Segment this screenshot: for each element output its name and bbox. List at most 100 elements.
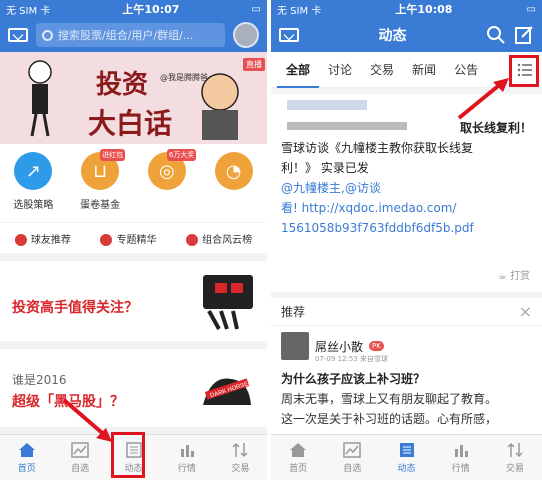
author-name[interactable]: 屌丝小散 (315, 338, 363, 355)
top-bar: 搜索股票/组合/用户/群组/... (0, 18, 267, 52)
quick-entries: ↗ 选股策略 进红包 ⊔ 蛋卷基金 6万大奖 ◎ ◔ (0, 144, 267, 222)
quick-item-label: 蛋卷基金 (80, 200, 121, 211)
trade-arrows-icon (507, 442, 523, 457)
post-meta: 07-09 12:53 来自雪球 (315, 355, 388, 363)
home-icon (290, 442, 307, 457)
link-label: 组合风云榜 (202, 234, 253, 246)
top-bar: 动态 (271, 18, 542, 52)
home-icon (18, 442, 35, 457)
tab-label: 首页 (17, 463, 36, 474)
crown-icon (186, 233, 199, 246)
reward-label: 打赏 (510, 271, 530, 282)
quick-badge: 进红包 (100, 149, 126, 161)
tab-trade[interactable]: 交易 (214, 435, 267, 480)
tab-feed[interactable]: 动态 (379, 435, 433, 480)
mail-icon[interactable] (8, 28, 28, 42)
status-bar: 无 SIM 卡 上午10:08 ▭ (271, 0, 542, 18)
link-row: 球友推荐 专题精华 组合风云榜 (0, 223, 267, 253)
quick-item-extra[interactable]: ◔ (204, 152, 264, 222)
search-input[interactable]: 搜索股票/组合/用户/群组/... (36, 23, 225, 47)
people-icon (14, 233, 27, 246)
book-icon (100, 233, 113, 246)
close-icon[interactable]: × (519, 302, 532, 321)
tab-market[interactable]: 行情 (434, 435, 488, 480)
tab-label: 行情 (177, 463, 196, 474)
carrier-label: 无 SIM 卡 (6, 5, 51, 17)
promo-title: 投资高手值得关注？ (12, 300, 138, 316)
bars-icon (454, 444, 468, 457)
tab-home[interactable]: 首页 (0, 435, 53, 480)
post-body: 这一次是关于补习班的话题。心有所感， (281, 412, 498, 426)
tab-trade[interactable]: 交易 (488, 435, 542, 480)
link-label: 专题精华 (116, 234, 157, 246)
quick-item-prize[interactable]: 6万大奖 ◎ (137, 149, 197, 222)
post-question: 为什么孩子应该上补习班？ (281, 372, 426, 386)
banner-title-1: 投资 (96, 70, 149, 100)
tab-label: 动态 (397, 463, 416, 474)
tab-discuss[interactable]: 讨论 (319, 52, 361, 88)
banner[interactable]: 投资 大白话 @我是腾腾爸 直播 (0, 52, 267, 144)
link-ranking[interactable]: 组合风云榜 (186, 231, 252, 246)
redacted-username (287, 100, 367, 110)
clock-label: 上午10:08 (395, 3, 453, 16)
promo-card-darkhorse[interactable]: 谁是2016 超级「黑马股」？ DARK HORSE (0, 349, 267, 427)
search-icon (42, 29, 53, 41)
tab-bar: 首页 自选 动态 行情 交易 (271, 434, 542, 480)
battery-icon: ▭ (526, 3, 536, 15)
link-topics[interactable]: 专题精华 (100, 231, 156, 246)
banner-title-2: 大白话 (88, 107, 173, 140)
link-label: 球友推荐 (30, 234, 71, 246)
chart-icon (343, 441, 362, 458)
tab-market[interactable]: 行情 (160, 435, 213, 480)
post-body: 周末无事，雪球上又有朋友聊起了教育。 (281, 392, 498, 406)
bars-icon (180, 444, 194, 457)
carrier-label: 无 SIM 卡 (277, 5, 322, 17)
highlight-box-list-menu (509, 55, 539, 87)
right-screen: 无 SIM 卡 上午10:08 ▭ 动态 全部 讨论 交易 新闻 公告 取长线复… (271, 0, 542, 480)
trade-arrows-icon (232, 442, 248, 457)
avatar[interactable] (233, 22, 259, 48)
avatar[interactable] (281, 332, 309, 360)
quick-badge: 6万大奖 (166, 149, 197, 161)
strategy-icon: ↗ (14, 152, 53, 190)
left-screen: 无 SIM 卡 上午10:07 ▭ 搜索股票/组合/用户/群组/... 投资 大… (0, 0, 267, 480)
tab-label: 自选 (343, 463, 362, 474)
tab-label: 行情 (451, 463, 470, 474)
post-line: 雪球访谈《九幢楼主教你获取长线复 (281, 141, 474, 155)
recommend-title: 推荐 (281, 305, 306, 319)
reward-button[interactable]: ☕ 打赏 (498, 267, 530, 282)
tab-news[interactable]: 新闻 (403, 52, 445, 88)
tab-label: 自选 (71, 463, 90, 474)
quick-item-strategy[interactable]: ↗ 选股策略 (3, 152, 63, 222)
post-link-cont[interactable]: 1561058b93f763fddbf6df5b.pdf (271, 218, 542, 238)
red-arrow-icon (457, 78, 509, 120)
tab-watchlist[interactable]: 自选 (325, 435, 379, 480)
cartoon-man-right (201, 73, 239, 140)
post-link[interactable]: 看! http://xqdoc.imedao.com/ (271, 198, 542, 218)
dark-horse-image: DARK HORSE (203, 378, 251, 405)
tab-label: 交易 (505, 463, 524, 474)
mail-icon[interactable] (279, 28, 299, 42)
compose-icon[interactable] (514, 25, 534, 45)
link-recommend[interactable]: 球友推荐 (14, 231, 71, 246)
search-icon[interactable] (486, 25, 506, 45)
page-title: 动态 (378, 28, 407, 44)
battery-icon: ▭ (251, 3, 261, 15)
post-line: 利！》 实录已发 (281, 161, 369, 175)
clock-icon: ◔ (214, 152, 253, 190)
tab-trade[interactable]: 交易 (361, 52, 403, 88)
quick-item-label: 选股策略 (13, 200, 54, 211)
quick-item-fund[interactable]: 进红包 ⊔ 蛋卷基金 (70, 149, 130, 222)
cartoon-man-left (28, 60, 52, 137)
promo-subtitle: 谁是2016 (12, 373, 67, 387)
promo-card-experts[interactable]: 投资高手值得关注？ (0, 261, 267, 341)
status-bar: 无 SIM 卡 上午10:07 ▭ (0, 0, 267, 18)
search-placeholder: 搜索股票/组合/用户/群组/... (58, 29, 194, 42)
post-mentions[interactable]: @九幢楼主,@访谈 (271, 178, 542, 198)
tab-all[interactable]: 全部 (277, 52, 320, 88)
pk-badge: PK (369, 341, 384, 351)
tab-label: 首页 (289, 463, 308, 474)
tab-home[interactable]: 首页 (271, 435, 325, 480)
feed-icon (399, 442, 414, 457)
recommend-header: 推荐 × (271, 298, 542, 326)
